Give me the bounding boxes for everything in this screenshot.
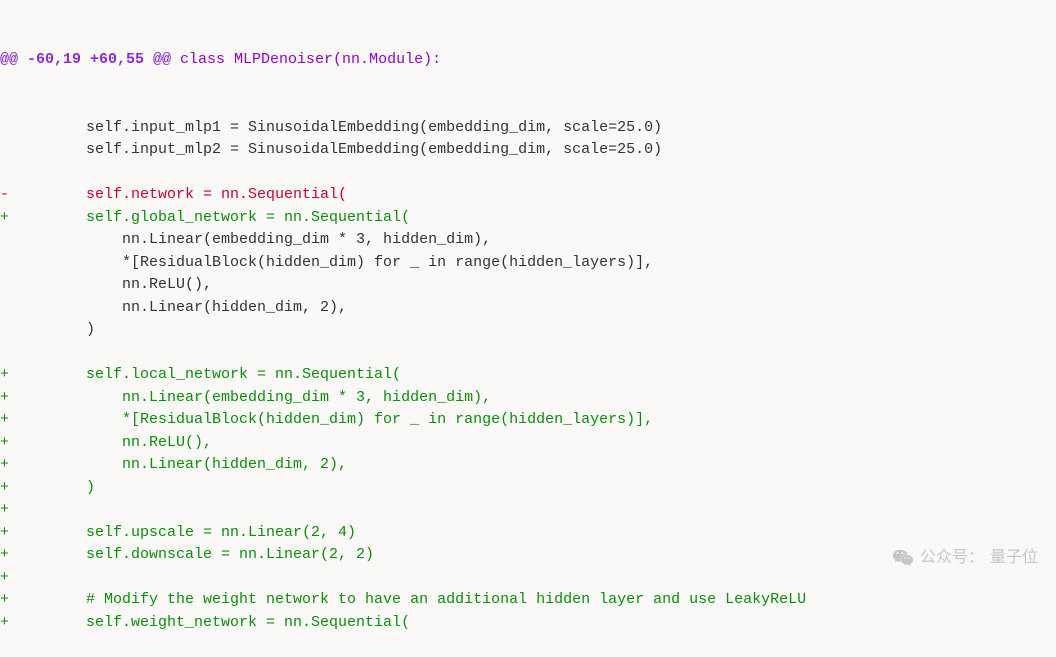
- diff-line: - self.network = nn.Sequential(: [0, 184, 1056, 207]
- diff-line-text: nn.Linear(hidden_dim, 2),: [14, 299, 347, 316]
- diff-lines-region: self.input_mlp1 = SinusoidalEmbedding(em…: [0, 117, 1056, 635]
- diff-line: ): [0, 319, 1056, 342]
- diff-marker: +: [0, 612, 14, 635]
- diff-line-text: *[ResidualBlock(hidden_dim) for _ in ran…: [14, 254, 653, 271]
- diff-marker: +: [0, 364, 14, 387]
- diff-line: +: [0, 499, 1056, 522]
- diff-line-text: # Modify the weight network to have an a…: [14, 591, 806, 608]
- diff-marker: [0, 139, 14, 162]
- diff-line: [0, 342, 1056, 365]
- diff-line-text: ): [14, 479, 95, 496]
- diff-marker: [0, 252, 14, 275]
- diff-marker: +: [0, 522, 14, 545]
- diff-marker: [0, 319, 14, 342]
- diff-line-text: nn.ReLU(),: [14, 434, 212, 451]
- diff-marker: [0, 297, 14, 320]
- diff-marker: [0, 117, 14, 140]
- hunk-header-line: @@ -60,19 +60,55 @@ class MLPDenoiser(nn…: [0, 49, 1056, 72]
- diff-line-text: self.global_network = nn.Sequential(: [14, 209, 410, 226]
- diff-marker: +: [0, 207, 14, 230]
- diff-line-text: self.input_mlp2 = SinusoidalEmbedding(em…: [14, 141, 662, 158]
- diff-line: + ): [0, 477, 1056, 500]
- diff-marker: +: [0, 432, 14, 455]
- diff-line: + self.upscale = nn.Linear(2, 4): [0, 522, 1056, 545]
- diff-line: + nn.Linear(embedding_dim * 3, hidden_di…: [0, 387, 1056, 410]
- diff-line: +: [0, 567, 1056, 590]
- diff-line: + self.weight_network = nn.Sequential(: [0, 612, 1056, 635]
- hunk-context-text: class MLPDenoiser(nn.Module):: [171, 51, 441, 68]
- diff-line-text: *[ResidualBlock(hidden_dim) for _ in ran…: [14, 411, 653, 428]
- diff-line-text: nn.Linear(hidden_dim, 2),: [14, 456, 347, 473]
- diff-line: + self.downscale = nn.Linear(2, 2): [0, 544, 1056, 567]
- diff-line: nn.ReLU(),: [0, 274, 1056, 297]
- diff-line: + *[ResidualBlock(hidden_dim) for _ in r…: [0, 409, 1056, 432]
- diff-marker: [0, 229, 14, 252]
- diff-line-text: nn.Linear(embedding_dim * 3, hidden_dim)…: [14, 231, 491, 248]
- diff-marker: [0, 162, 14, 185]
- diff-marker: [0, 274, 14, 297]
- diff-marker: [0, 342, 14, 365]
- diff-line-text: ): [14, 321, 95, 338]
- diff-view: @@ -60,19 +60,55 @@ class MLPDenoiser(nn…: [0, 4, 1056, 657]
- diff-line: + self.local_network = nn.Sequential(: [0, 364, 1056, 387]
- diff-marker: +: [0, 387, 14, 410]
- diff-line-text: nn.ReLU(),: [14, 276, 212, 293]
- diff-line: self.input_mlp1 = SinusoidalEmbedding(em…: [0, 117, 1056, 140]
- diff-line-text: nn.Linear(embedding_dim * 3, hidden_dim)…: [14, 389, 491, 406]
- hunk-range: @@ -60,19 +60,55 @@: [0, 51, 171, 68]
- diff-line-text: self.network = nn.Sequential(: [14, 186, 347, 203]
- diff-marker: +: [0, 544, 14, 567]
- diff-marker: +: [0, 567, 14, 590]
- diff-line: + self.global_network = nn.Sequential(: [0, 207, 1056, 230]
- diff-line: self.input_mlp2 = SinusoidalEmbedding(em…: [0, 139, 1056, 162]
- diff-line: *[ResidualBlock(hidden_dim) for _ in ran…: [0, 252, 1056, 275]
- diff-marker: +: [0, 499, 14, 522]
- diff-line-text: self.downscale = nn.Linear(2, 2): [14, 546, 374, 563]
- diff-line: + nn.Linear(hidden_dim, 2),: [0, 454, 1056, 477]
- diff-marker: +: [0, 589, 14, 612]
- diff-line: nn.Linear(embedding_dim * 3, hidden_dim)…: [0, 229, 1056, 252]
- diff-marker: -: [0, 184, 14, 207]
- diff-line: + # Modify the weight network to have an…: [0, 589, 1056, 612]
- diff-line-text: self.local_network = nn.Sequential(: [14, 366, 401, 383]
- diff-marker: +: [0, 409, 14, 432]
- diff-line-text: self.upscale = nn.Linear(2, 4): [14, 524, 356, 541]
- diff-marker: +: [0, 477, 14, 500]
- diff-line: + nn.ReLU(),: [0, 432, 1056, 455]
- diff-marker: +: [0, 454, 14, 477]
- diff-line: [0, 162, 1056, 185]
- diff-line-text: self.weight_network = nn.Sequential(: [14, 614, 410, 631]
- diff-line: nn.Linear(hidden_dim, 2),: [0, 297, 1056, 320]
- diff-line-text: self.input_mlp1 = SinusoidalEmbedding(em…: [14, 119, 662, 136]
